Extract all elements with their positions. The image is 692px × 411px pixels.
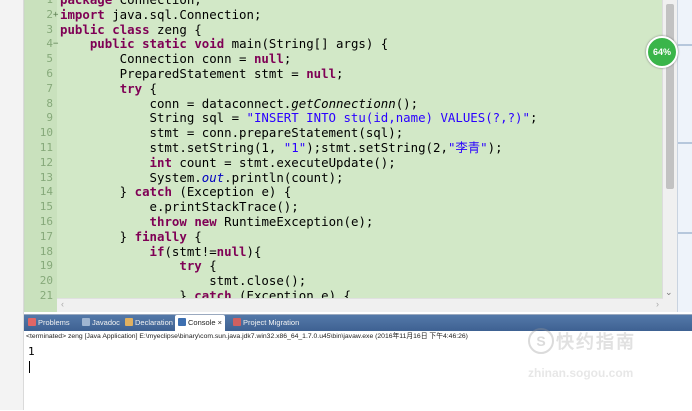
console-icon: [178, 318, 186, 326]
view-tab-bar: Problems Javadoc Declaration Console × P…: [24, 315, 692, 331]
console-output: 1: [28, 345, 35, 358]
scrollbar-thumb[interactable]: [666, 4, 674, 189]
panel-divider: [678, 232, 692, 234]
code-editor[interactable]: 1package Connection; 2+import java.sql.C…: [24, 0, 677, 312]
code-line: 9 String sql = "INSERT INTO stu(id,name)…: [46, 110, 538, 126]
panel-divider: [678, 44, 692, 46]
code-line: 7 try {: [46, 80, 157, 96]
horizontal-scrollbar[interactable]: ‹ ›: [57, 298, 663, 312]
code-line: 3 public class zeng {: [46, 21, 202, 37]
code-line: 6 PreparedStatement stmt = null;: [46, 65, 344, 81]
scroll-down-arrow-icon[interactable]: ⌄: [665, 287, 673, 298]
code-line: 19 try {: [39, 258, 217, 274]
fold-marker-icon[interactable]: −: [53, 37, 58, 52]
close-icon[interactable]: ×: [218, 318, 222, 327]
code-line: 17 } finally {: [39, 228, 202, 244]
scroll-right-arrow-icon[interactable]: ›: [656, 299, 659, 309]
tab-project-migration[interactable]: Project Migration: [233, 315, 299, 331]
memory-usage-badge[interactable]: 64%: [646, 36, 678, 68]
code-line: 11 stmt.setString(1, "1");stmt.setString…: [39, 139, 503, 155]
code-line: 5 Connection conn = null;: [46, 51, 292, 67]
tab-declaration[interactable]: Declaration: [125, 315, 173, 331]
problems-icon: [28, 318, 36, 326]
console-view: Problems Javadoc Declaration Console × P…: [24, 314, 692, 411]
code-line: 15 e.printStackTrace();: [39, 199, 299, 215]
panel-divider: [678, 142, 692, 144]
left-side-panel: [0, 0, 24, 410]
tab-console[interactable]: Console ×: [175, 315, 226, 331]
code-line: 2 + import java.sql.Connection;: [46, 6, 262, 23]
tab-problems[interactable]: Problems: [28, 315, 70, 331]
terminated-status-line: <terminated> zeng [Java Application] E:\…: [26, 333, 468, 340]
declaration-icon: [125, 318, 133, 326]
code-lines: 1package Connection; 2+import java.sql.C…: [25, 0, 659, 304]
code-line: 14 } catch (Exception e) {: [39, 184, 292, 200]
code-line: 12 int count = stmt.executeUpdate();: [39, 154, 396, 170]
scroll-left-arrow-icon[interactable]: ‹: [61, 299, 64, 309]
javadoc-icon: [82, 318, 90, 326]
right-side-panel: [677, 0, 692, 312]
code-line: 4− public static void main(String[] args…: [46, 36, 389, 52]
migration-icon: [233, 318, 241, 326]
code-line: 20 stmt.close();: [39, 273, 307, 289]
code-line: 13 System.out.println(count);: [39, 169, 344, 185]
code-line: 10 stmt = conn.prepareStatement(sql);: [39, 125, 404, 141]
fold-marker-icon[interactable]: +: [53, 8, 58, 23]
tab-javadoc[interactable]: Javadoc: [82, 315, 120, 331]
code-line: 18 if(stmt!=null){: [39, 243, 262, 259]
code-line: 16 throw new RuntimeException(e);: [39, 213, 374, 229]
text-caret: [29, 361, 30, 373]
code-line: 8 conn = dataconnect.getConnectionn();: [46, 95, 419, 111]
